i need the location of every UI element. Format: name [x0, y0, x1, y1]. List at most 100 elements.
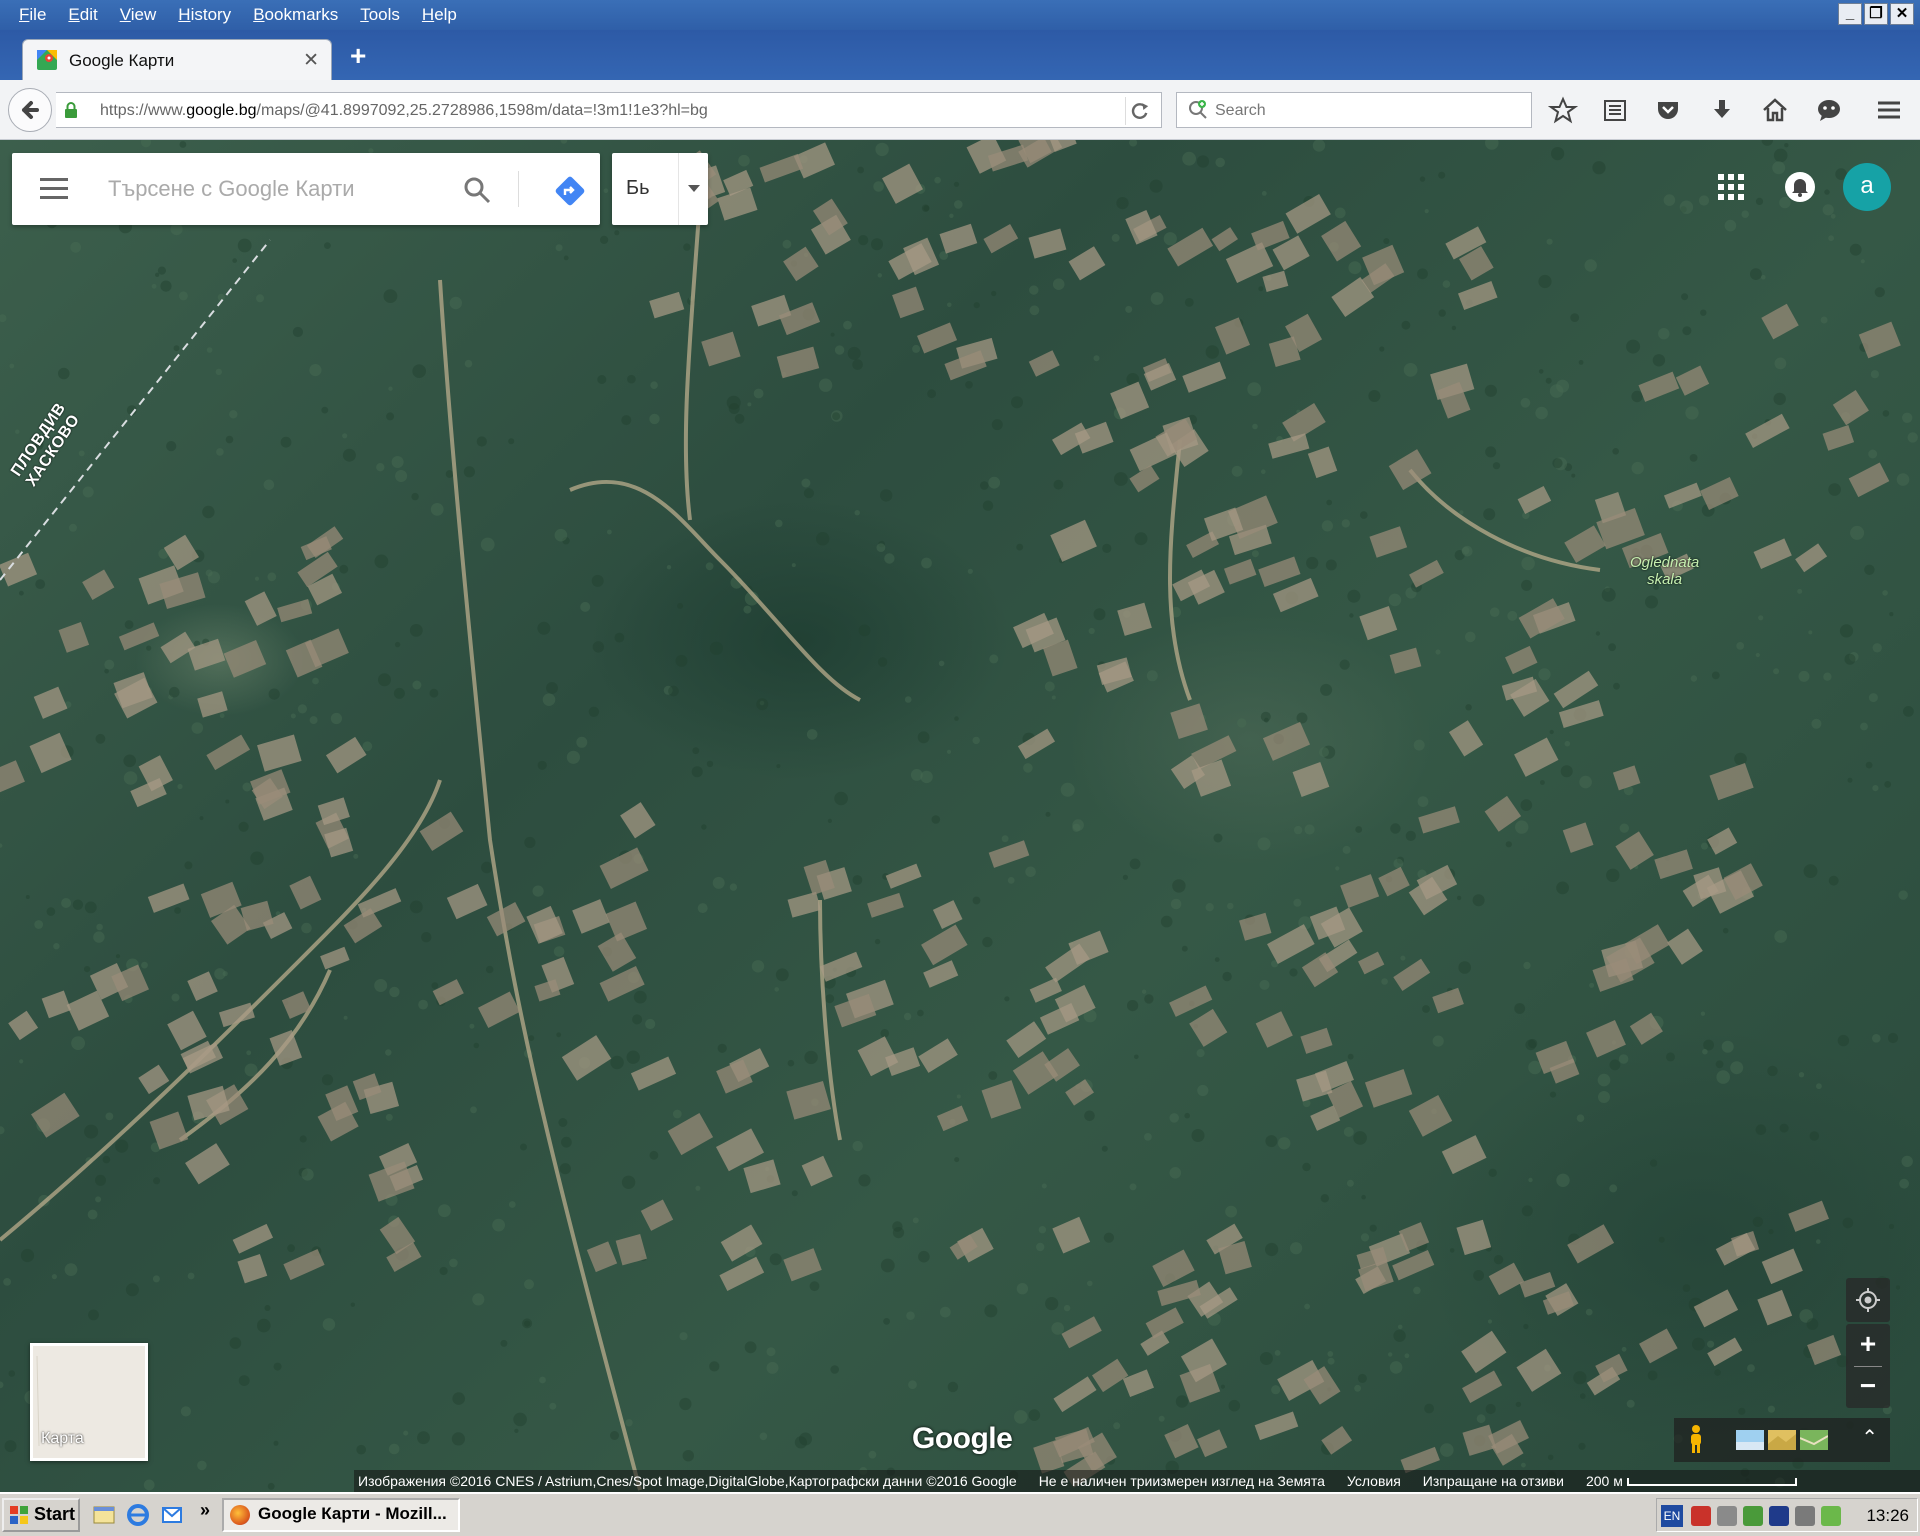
layer-thumbnail-icon[interactable] — [1736, 1430, 1764, 1450]
zoom-in-button[interactable]: + — [1846, 1324, 1890, 1366]
tree-canopy — [1755, 1124, 1767, 1135]
forest-clearing — [1052, 1216, 1091, 1254]
start-button[interactable]: Start — [2, 1498, 80, 1532]
input-language-indicator[interactable]: EN — [1661, 1505, 1683, 1527]
pegman-icon[interactable] — [1688, 1424, 1704, 1454]
menu-tools[interactable]: Tools — [349, 4, 411, 26]
tree-canopy — [8, 1370, 16, 1377]
tree-canopy — [500, 1339, 508, 1347]
home-icon[interactable] — [1760, 96, 1790, 124]
tree-canopy — [1146, 670, 1158, 682]
chat-icon[interactable] — [1814, 96, 1844, 124]
tree-canopy — [775, 519, 783, 528]
tree-canopy — [1485, 140, 1499, 150]
chevron-down-icon[interactable] — [688, 185, 700, 192]
expand-chevron-icon[interactable]: ⌃ — [1861, 1428, 1878, 1448]
tree-canopy — [524, 1279, 534, 1290]
tree-canopy — [1703, 1039, 1714, 1051]
map-scale[interactable]: 200 м — [1586, 1470, 1797, 1492]
tree-canopy — [449, 296, 462, 310]
notifications-bell-icon[interactable] — [1785, 172, 1815, 202]
tree-canopy — [1872, 1034, 1881, 1043]
map-type-toggle[interactable]: Карта — [30, 1343, 148, 1461]
close-window-button[interactable]: ✕ — [1890, 3, 1914, 25]
tree-canopy — [1023, 763, 1033, 773]
url-bar[interactable]: https://www.google.bg/maps/@41.8997092,2… — [56, 92, 1162, 128]
reading-list-icon[interactable] — [1600, 96, 1630, 124]
place-label[interactable]: Oglednata skala — [1630, 554, 1699, 588]
tree-canopy — [1887, 1032, 1899, 1044]
search-icon[interactable] — [462, 175, 492, 205]
new-tab-button[interactable]: + — [350, 41, 366, 71]
bell-icon — [1792, 179, 1808, 197]
menu-file[interactable]: File — [8, 4, 57, 26]
menu-history[interactable]: History — [167, 4, 242, 26]
tree-canopy — [1354, 1384, 1361, 1392]
internet-explorer-icon[interactable] — [126, 1503, 150, 1527]
menu-view[interactable]: View — [109, 4, 168, 26]
volume-icon[interactable] — [1795, 1506, 1815, 1526]
show-desktop-icon[interactable] — [92, 1503, 116, 1527]
restore-button[interactable]: ❐ — [1864, 3, 1888, 25]
tree-canopy — [1449, 1248, 1455, 1253]
antivirus-shield-icon[interactable] — [1691, 1506, 1711, 1526]
tree-canopy — [244, 1063, 258, 1077]
quicklaunch-more[interactable]: » — [200, 1500, 210, 1521]
tree-canopy — [1868, 693, 1878, 703]
tree-canopy — [350, 1302, 355, 1307]
forest-clearing — [1654, 849, 1693, 880]
my-location-button[interactable] — [1846, 1278, 1890, 1322]
security-center-icon[interactable] — [1717, 1506, 1737, 1526]
menu-help[interactable]: Help — [411, 4, 468, 26]
menu-hamburger-icon[interactable] — [1874, 96, 1904, 124]
back-button[interactable] — [8, 88, 52, 132]
forest-clearing — [1389, 647, 1422, 674]
tree-canopy — [1888, 1223, 1895, 1230]
tree-canopy — [46, 907, 56, 916]
tree-canopy — [1036, 1242, 1045, 1252]
language-selector[interactable]: Бь — [612, 153, 708, 225]
minimize-button[interactable]: _ — [1838, 3, 1862, 25]
browser-search-field[interactable]: Search — [1176, 92, 1532, 128]
pocket-icon[interactable] — [1653, 96, 1683, 124]
tree-canopy — [528, 1035, 535, 1041]
tab-google-maps[interactable]: Google Карти ✕ — [22, 39, 332, 80]
forest-clearing — [1017, 728, 1056, 760]
connection-icon[interactable] — [1821, 1506, 1841, 1526]
satellite-map[interactable]: ПЛОВДИВ ХАСКОВО Oglednata skala Търсене … — [0, 140, 1920, 1492]
zoom-out-button[interactable]: − — [1846, 1366, 1890, 1408]
reload-icon[interactable] — [1125, 97, 1153, 125]
terrain-thumbnail-icon[interactable] — [1768, 1430, 1796, 1450]
media-icon[interactable] — [1769, 1506, 1789, 1526]
maps-search-input[interactable]: Търсене с Google Карти — [108, 176, 355, 202]
tree-canopy — [1589, 982, 1595, 988]
network-icon[interactable] — [1743, 1506, 1763, 1526]
tree-canopy — [485, 965, 494, 974]
account-avatar[interactable]: a — [1843, 163, 1891, 211]
taskbar-firefox-window[interactable]: Google Карти - Mozill... — [222, 1498, 460, 1532]
apps-grid-icon[interactable] — [1718, 174, 1744, 200]
menu-edit[interactable]: Edit — [57, 4, 108, 26]
tree-canopy — [1528, 1177, 1533, 1183]
tree-canopy — [1724, 219, 1737, 232]
menu-bookmarks[interactable]: Bookmarks — [242, 4, 349, 26]
satellite-thumbnail-icon[interactable] — [1800, 1430, 1828, 1450]
bookmark-star-icon[interactable] — [1548, 96, 1578, 124]
menu-bar: File Edit View History Bookmarks Tools H… — [8, 4, 468, 26]
maps-menu-icon[interactable] — [40, 178, 70, 200]
tree-canopy — [1220, 1384, 1225, 1389]
downloads-icon[interactable] — [1707, 96, 1737, 124]
terms-link[interactable]: Условия — [1347, 1470, 1401, 1492]
tree-canopy — [580, 601, 591, 612]
system-tray: EN 13:26 — [1656, 1498, 1918, 1532]
tree-canopy — [1738, 1407, 1746, 1415]
tree-canopy — [125, 1283, 139, 1297]
outlook-express-icon[interactable] — [160, 1503, 184, 1527]
tree-canopy — [1689, 454, 1698, 462]
tree-canopy — [1870, 370, 1879, 379]
feedback-link[interactable]: Изпращане на отзиви — [1423, 1470, 1564, 1492]
directions-icon[interactable] — [554, 175, 586, 207]
tab-close-icon[interactable]: ✕ — [303, 49, 319, 72]
tree-canopy — [140, 140, 152, 148]
tree-canopy — [1598, 1091, 1610, 1103]
